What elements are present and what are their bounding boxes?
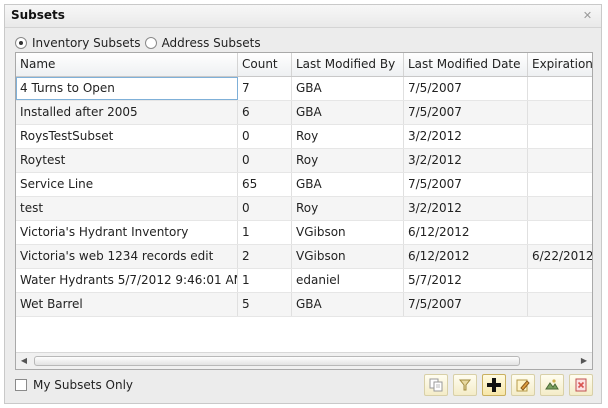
- add-subset-button[interactable]: [482, 374, 506, 396]
- filter-icon: [458, 379, 472, 391]
- cell-count: 1: [238, 221, 292, 244]
- subset-type-selector: Inventory Subsets Address Subsets: [15, 35, 265, 51]
- cell-expiration: [528, 149, 592, 172]
- cell-count: 7: [238, 77, 292, 100]
- map-icon: [545, 379, 559, 390]
- cell-last-modified-date: 5/7/2012: [404, 269, 528, 292]
- cell-name: Service Line: [16, 173, 238, 196]
- cell-last-modified-by: VGibson: [292, 221, 404, 244]
- cell-count: 6: [238, 101, 292, 124]
- scroll-right-icon[interactable]: ▶: [576, 353, 592, 369]
- cell-last-modified-by: Roy: [292, 125, 404, 148]
- cell-expiration: [528, 173, 592, 196]
- cell-expiration: [528, 101, 592, 124]
- cell-name: RoysTestSubset: [16, 125, 238, 148]
- table-row[interactable]: Installed after 2005 6 GBA 7/5/2007: [16, 101, 592, 125]
- cell-name: Wet Barrel: [16, 293, 238, 316]
- cell-name: Victoria's web 1234 records edit: [16, 245, 238, 268]
- inventory-subsets-label[interactable]: Inventory Subsets: [32, 36, 141, 50]
- cell-count: 0: [238, 149, 292, 172]
- table-row[interactable]: test 0 Roy 3/2/2012: [16, 197, 592, 221]
- cell-count: 1: [238, 269, 292, 292]
- cell-last-modified-date: 3/2/2012: [404, 197, 528, 220]
- cell-expiration: [528, 293, 592, 316]
- cell-name: Roytest: [16, 149, 238, 172]
- my-subsets-only-label[interactable]: My Subsets Only: [33, 378, 133, 392]
- cell-name: test: [16, 197, 238, 220]
- subset-toolbar: [419, 374, 593, 396]
- cell-expiration: [528, 197, 592, 220]
- edit-subset-button[interactable]: [511, 374, 535, 396]
- cell-count: 0: [238, 125, 292, 148]
- column-header-last-modified-by[interactable]: Last Modified By: [292, 53, 404, 76]
- dialog-title: Subsets: [11, 8, 65, 22]
- cell-last-modified-date: 7/5/2007: [404, 293, 528, 316]
- cell-last-modified-by: GBA: [292, 101, 404, 124]
- column-header-name[interactable]: Name: [16, 53, 238, 76]
- my-subsets-only-checkbox[interactable]: [15, 379, 27, 391]
- cell-name: Victoria's Hydrant Inventory: [16, 221, 238, 244]
- cell-expiration: [528, 125, 592, 148]
- filter-subset-button[interactable]: [453, 374, 477, 396]
- cell-expiration: [528, 77, 592, 100]
- cell-last-modified-by: Roy: [292, 149, 404, 172]
- address-subsets-radio[interactable]: [144, 37, 157, 49]
- cell-last-modified-date: 3/2/2012: [404, 149, 528, 172]
- title-bar: Subsets ✕: [5, 5, 601, 28]
- cell-expiration: 6/22/2012: [528, 245, 592, 268]
- cell-name: 4 Turns to Open: [16, 77, 238, 100]
- column-header-expiration[interactable]: Expiration: [528, 53, 592, 76]
- map-subset-button[interactable]: [540, 374, 564, 396]
- cell-name: Water Hydrants 5/7/2012 9:46:01 AM: [16, 269, 238, 292]
- cell-last-modified-date: 6/12/2012: [404, 245, 528, 268]
- copy-subset-button[interactable]: [424, 374, 448, 396]
- cell-count: 0: [238, 197, 292, 220]
- cell-last-modified-by: VGibson: [292, 245, 404, 268]
- cell-count: 65: [238, 173, 292, 196]
- add-icon: [487, 378, 501, 392]
- edit-icon: [516, 379, 530, 392]
- table-row[interactable]: Victoria's web 1234 records edit 2 VGibson…: [16, 245, 592, 269]
- cell-last-modified-by: GBA: [292, 173, 404, 196]
- cell-last-modified-by: Roy: [292, 197, 404, 220]
- dialog-footer: My Subsets Only: [15, 374, 593, 398]
- cell-count: 2: [238, 245, 292, 268]
- table-row[interactable]: RoysTestSubset 0 Roy 3/2/2012: [16, 125, 592, 149]
- cell-last-modified-date: 6/12/2012: [404, 221, 528, 244]
- address-subsets-label[interactable]: Address Subsets: [162, 36, 261, 50]
- table-row[interactable]: Wet Barrel 5 GBA 7/5/2007: [16, 293, 592, 317]
- column-header-count[interactable]: Count: [238, 53, 292, 76]
- delete-subset-button[interactable]: [569, 374, 593, 396]
- table-row[interactable]: Victoria's Hydrant Inventory 1 VGibson 6/12…: [16, 221, 592, 245]
- subsets-grid: Name Count Last Modified By Last Modifie…: [15, 52, 593, 370]
- scroll-thumb[interactable]: [34, 356, 520, 366]
- cell-last-modified-by: GBA: [292, 77, 404, 100]
- cell-last-modified-date: 7/5/2007: [404, 77, 528, 100]
- cell-expiration: [528, 221, 592, 244]
- table-row[interactable]: Service Line 65 GBA 7/5/2007: [16, 173, 592, 197]
- column-header-last-modified-date[interactable]: Last Modified Date: [404, 53, 528, 76]
- close-icon[interactable]: ✕: [582, 10, 593, 21]
- copy-icon: [429, 378, 443, 392]
- my-subsets-only-option[interactable]: My Subsets Only: [15, 378, 133, 392]
- grid-header: Name Count Last Modified By Last Modifie…: [16, 53, 592, 77]
- horizontal-scrollbar[interactable]: ◀ ▶: [16, 352, 592, 369]
- table-row[interactable]: 4 Turns to Open 7 GBA 7/5/2007: [16, 77, 592, 101]
- cell-last-modified-date: 7/5/2007: [404, 173, 528, 196]
- cell-count: 5: [238, 293, 292, 316]
- scroll-left-icon[interactable]: ◀: [16, 353, 32, 369]
- cell-last-modified-date: 7/5/2007: [404, 101, 528, 124]
- cell-name: Installed after 2005: [16, 101, 238, 124]
- cell-last-modified-by: edaniel: [292, 269, 404, 292]
- table-row[interactable]: Roytest 0 Roy 3/2/2012: [16, 149, 592, 173]
- table-row[interactable]: Water Hydrants 5/7/2012 9:46:01 AM 1 edani…: [16, 269, 592, 293]
- cell-last-modified-by: GBA: [292, 293, 404, 316]
- cell-last-modified-date: 3/2/2012: [404, 125, 528, 148]
- inventory-subsets-radio[interactable]: [15, 37, 27, 49]
- delete-icon: [575, 378, 587, 392]
- subsets-dialog: Subsets ✕ Inventory Subsets Address Subs…: [4, 4, 602, 404]
- cell-expiration: [528, 269, 592, 292]
